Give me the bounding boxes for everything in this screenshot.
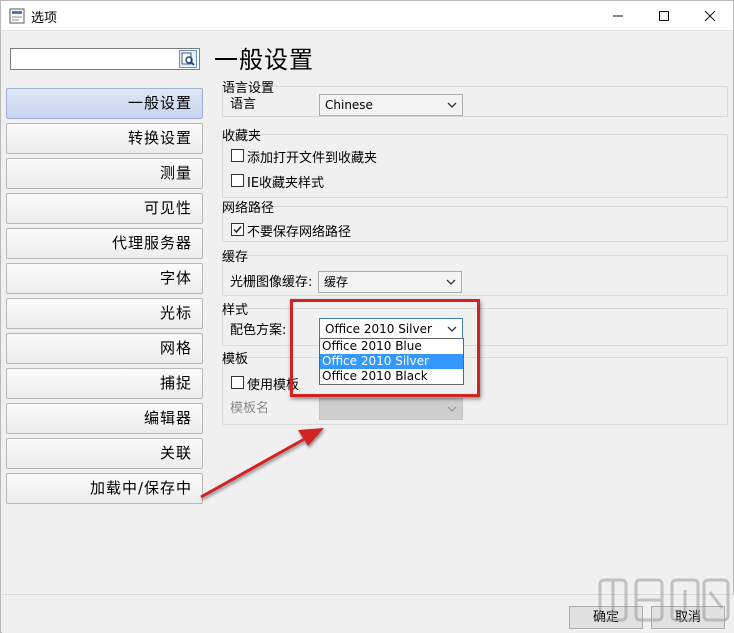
add-open-files-label: 添加打开文件到收藏夹 (247, 151, 378, 166)
search-icon (181, 52, 195, 66)
color-scheme-label: 配色方案: (230, 323, 287, 338)
template-group-title: 模板 (222, 352, 249, 367)
network-group-title: 网络路径 (222, 201, 275, 216)
minimize-icon (613, 15, 623, 17)
title-bar: 选项 (1, 1, 733, 31)
language-group-frame (222, 86, 728, 117)
template-name-select[interactable] (319, 398, 463, 420)
minimize-button[interactable] (595, 1, 641, 31)
check-icon (233, 226, 242, 234)
language-select[interactable]: Chinese (319, 94, 463, 116)
nav-item-font[interactable]: 字体 (6, 263, 203, 294)
watermark-logo (598, 578, 730, 622)
cache-group: 缓存 光栅图像缓存: 缓存 (222, 246, 728, 296)
search-input[interactable] (10, 48, 200, 70)
language-label: 语言 (230, 97, 257, 112)
nav-item-proxy[interactable]: 代理服务器 (6, 228, 203, 259)
network-group: 网络路径 不要保存网络路径 (222, 197, 728, 242)
nav-item-conversion[interactable]: 转换设置 (6, 123, 203, 154)
left-nav-panel: 一般设置 转换设置 测量 可见性 代理服务器 字体 光标 网格 捕捉 编辑器 关… (2, 32, 208, 594)
no-save-network-label: 不要保存网络路径 (247, 225, 352, 240)
close-button[interactable] (687, 1, 733, 31)
nav-item-measure[interactable]: 测量 (6, 158, 203, 189)
nav-item-cursor[interactable]: 光标 (6, 298, 203, 329)
nav-item-load-save[interactable]: 加载中/保存中 (6, 473, 203, 504)
maximize-icon (659, 11, 669, 21)
ie-style-checkbox[interactable] (231, 174, 244, 187)
search-button[interactable] (179, 50, 197, 68)
chevron-down-icon (447, 102, 457, 108)
favorites-group-title: 收藏夹 (222, 129, 262, 144)
no-save-network-checkbox[interactable] (231, 223, 244, 236)
page-title: 一般设置 (214, 46, 314, 74)
use-template-checkbox[interactable] (231, 376, 244, 389)
cache-group-title: 缓存 (222, 250, 249, 265)
annotation-highlight-box (290, 299, 480, 397)
style-group-title: 样式 (222, 303, 249, 318)
cache-select-value: 缓存 (324, 275, 349, 289)
app-icon (9, 8, 25, 24)
nav-item-grid[interactable]: 网格 (6, 333, 203, 364)
add-open-files-checkbox[interactable] (231, 149, 244, 162)
nav-item-association[interactable]: 关联 (6, 438, 203, 469)
language-group: 语言设置 语言 Chinese (222, 77, 728, 117)
nav-item-snap[interactable]: 捕捉 (6, 368, 203, 399)
language-select-value: Chinese (325, 98, 373, 112)
favorites-group: 收藏夹 添加打开文件到收藏夹 IE收藏夹样式 (222, 125, 728, 198)
close-icon (704, 10, 716, 22)
nav-item-editor[interactable]: 编辑器 (6, 403, 203, 434)
template-name-label: 模板名 (230, 401, 270, 416)
maximize-button[interactable] (641, 1, 687, 31)
cache-label: 光栅图像缓存: (230, 275, 313, 290)
window-title: 选项 (31, 11, 58, 26)
chevron-down-icon (446, 279, 456, 285)
cache-select[interactable]: 缓存 (318, 271, 462, 293)
chevron-down-icon (447, 406, 457, 412)
nav-item-visibility[interactable]: 可见性 (6, 193, 203, 224)
nav-item-general[interactable]: 一般设置 (6, 88, 203, 119)
ie-style-label: IE收藏夹样式 (247, 176, 325, 191)
